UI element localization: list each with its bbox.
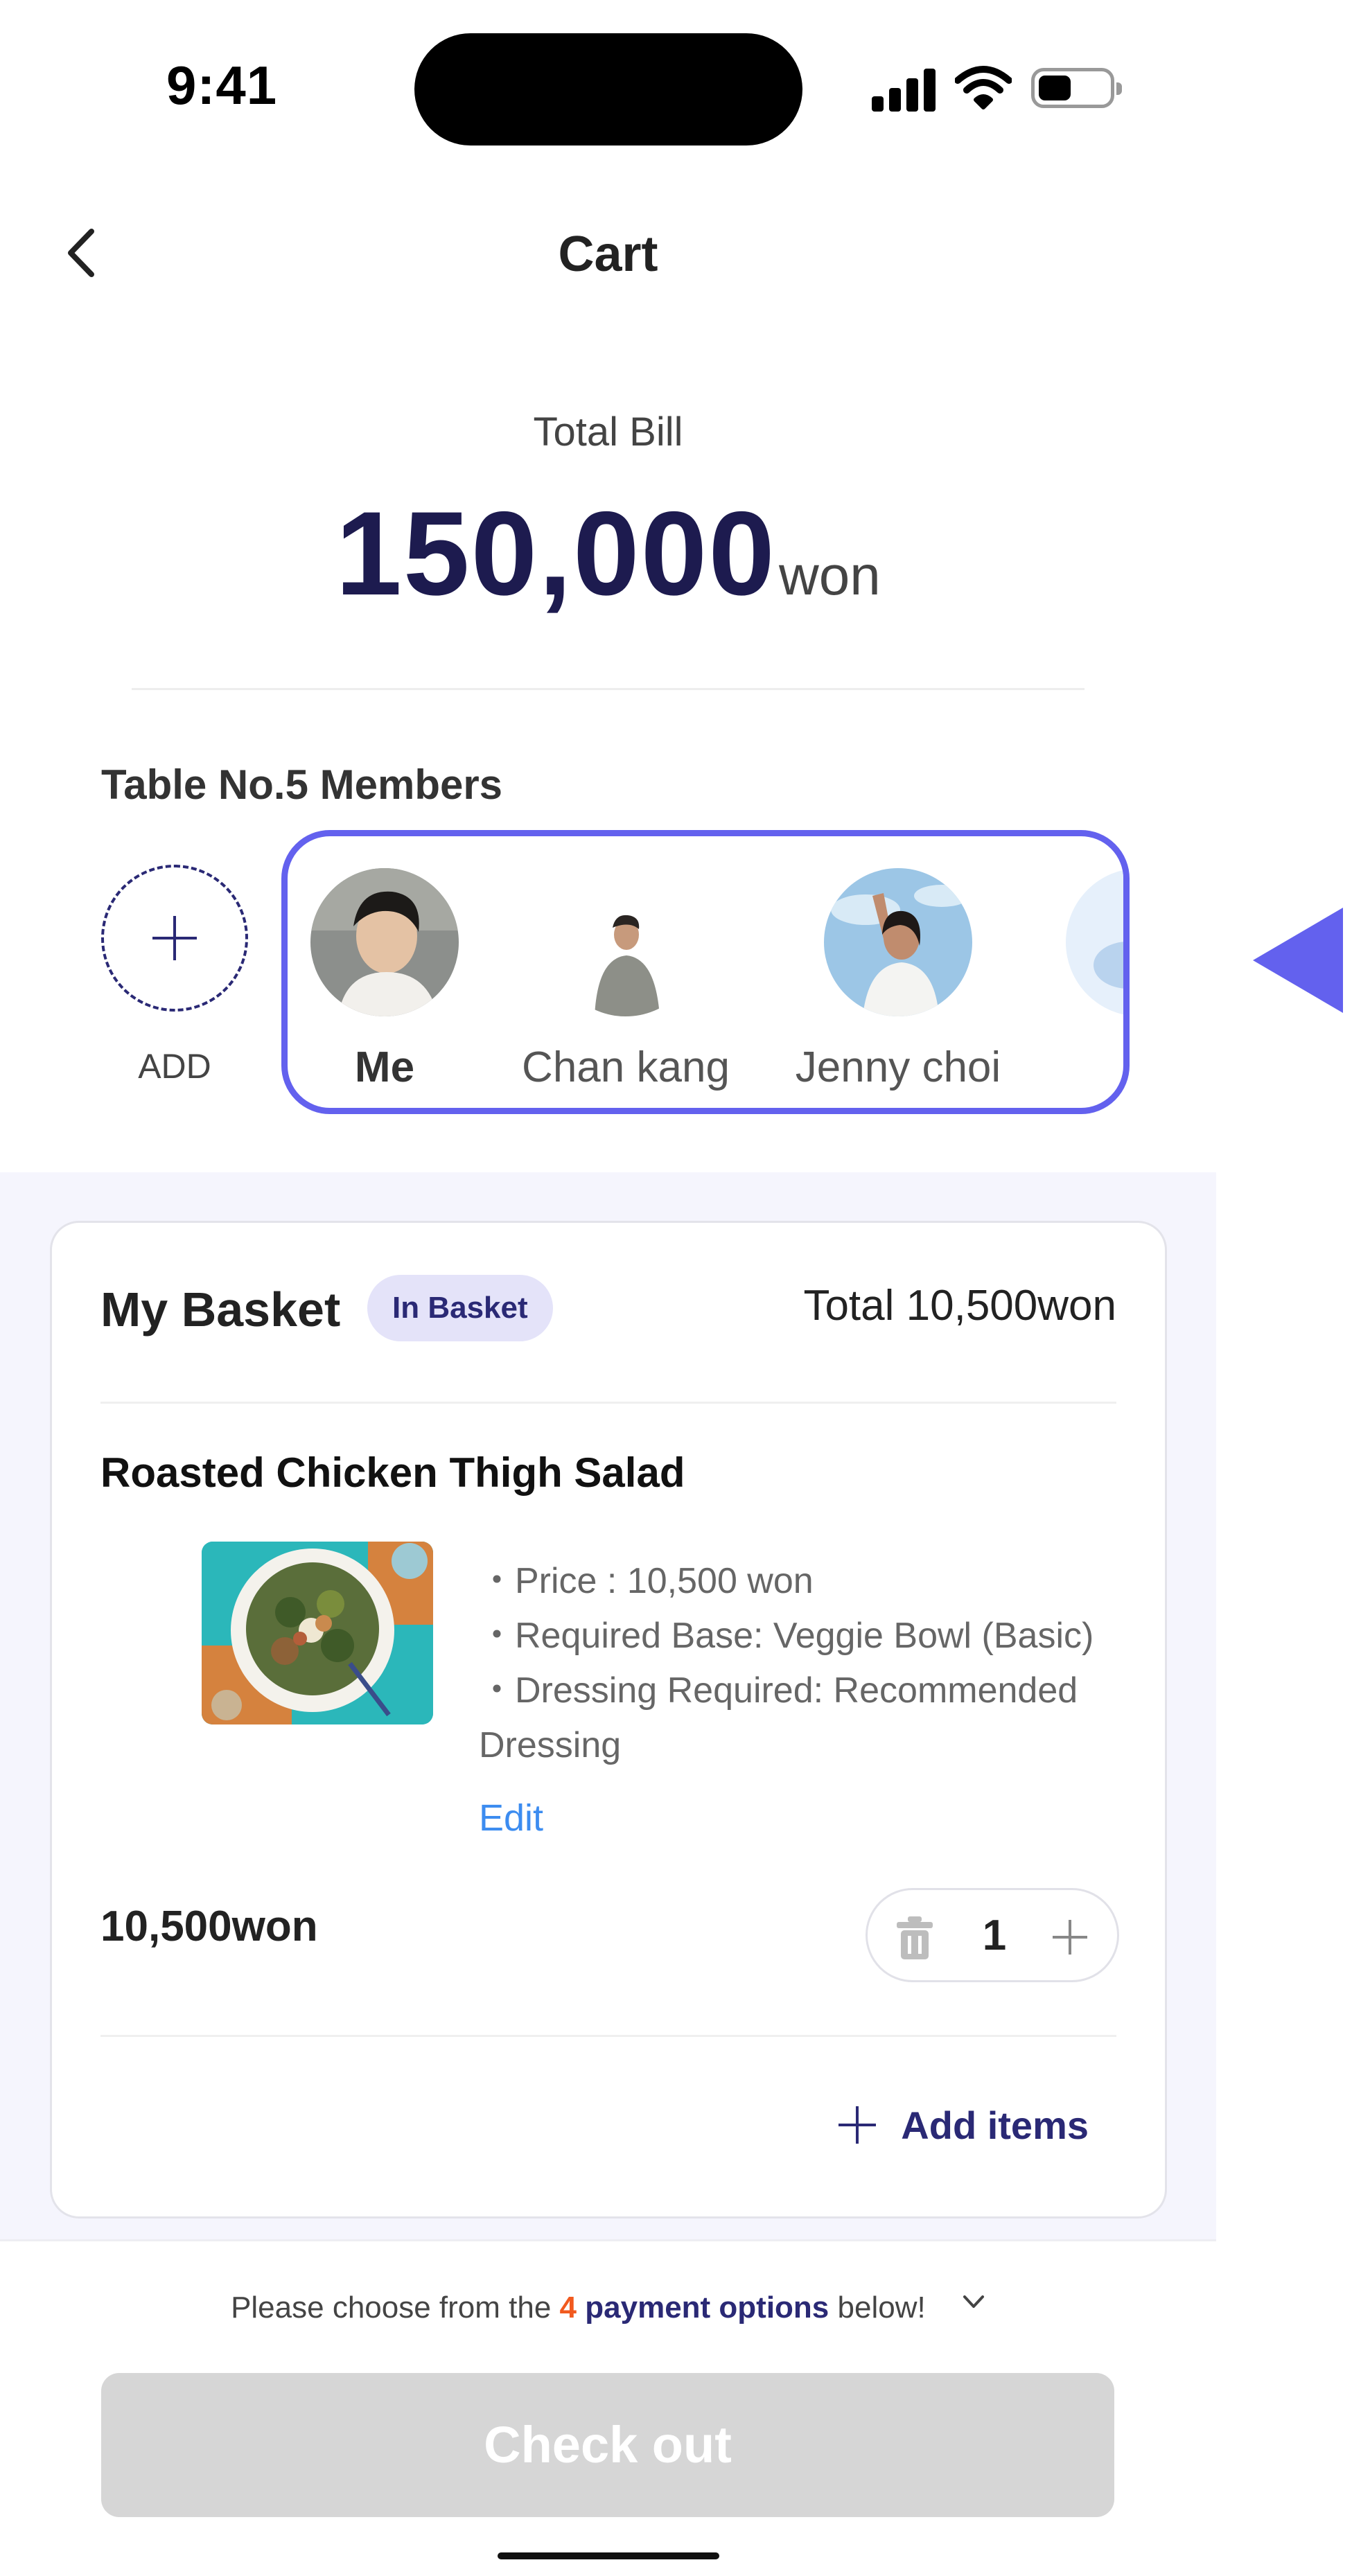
- item-price: 10,500won: [100, 1903, 318, 1950]
- total-bill-label: Total Bill: [533, 409, 683, 455]
- member-me[interactable]: Me: [288, 868, 502, 1092]
- option-price: ・Price : 10,500 won: [479, 1561, 814, 1601]
- total-bill-number: 150,000: [335, 487, 776, 620]
- status-time: 9:41: [166, 55, 278, 116]
- member-partial[interactable]: G: [1022, 868, 1124, 1092]
- basket-total: Total 10,500won: [803, 1282, 1116, 1330]
- payment-options-hint[interactable]: Please choose from the 4 payment options…: [0, 2290, 1216, 2325]
- cellular-signal-icon: [872, 66, 936, 112]
- page-title: Cart: [558, 227, 658, 282]
- wifi-icon: [955, 66, 1012, 109]
- hint-prefix: Please choose from the: [231, 2291, 560, 2324]
- section-divider: [132, 688, 1085, 690]
- members-title: Table No.5 Members: [101, 761, 503, 808]
- members-carousel[interactable]: Me Chan kang Jenny choi: [281, 830, 1130, 1114]
- item-options: ・Price : 10,500 won ・Required Base: Vegg…: [479, 1554, 1130, 1773]
- hint-count: 4: [559, 2291, 577, 2324]
- avatar: [824, 868, 972, 1016]
- plus-icon: [837, 2105, 877, 2145]
- increase-quantity-icon[interactable]: [1051, 1918, 1089, 1957]
- add-member-button[interactable]: [101, 865, 248, 1012]
- hint-suffix: below!: [829, 2291, 926, 2324]
- quantity-value: 1: [982, 1912, 1007, 1959]
- member-chan-kang[interactable]: Chan kang: [508, 868, 744, 1092]
- member-jenny-choi[interactable]: Jenny choi: [780, 868, 1016, 1092]
- edit-item-link[interactable]: Edit: [479, 1797, 543, 1840]
- quantity-stepper: 1: [866, 1888, 1119, 1982]
- avatar: [1066, 868, 1123, 1016]
- member-name: Chan kang: [522, 1043, 730, 1091]
- basket-title: My Basket: [100, 1282, 341, 1336]
- total-bill-unit: won: [778, 545, 881, 606]
- card-divider: [100, 2035, 1116, 2037]
- member-name: Me: [354, 1043, 415, 1091]
- add-items-button[interactable]: Add items: [837, 2097, 1089, 2153]
- member-name: G: [1022, 1043, 1124, 1092]
- dynamic-island: [414, 33, 802, 145]
- scroll-arrow-icon: [1253, 908, 1343, 1013]
- avatar: [310, 868, 459, 1016]
- add-member-label: ADD: [138, 1047, 211, 1086]
- my-basket-card: My Basket In Basket Total 10,500won Roas…: [50, 1221, 1167, 2218]
- item-name: Roasted Chicken Thigh Salad: [100, 1449, 685, 1496]
- item-photo: [202, 1542, 433, 1724]
- battery-icon: [1031, 68, 1122, 108]
- avatar: [552, 868, 700, 1016]
- total-bill-amount: 150,000won: [0, 485, 1216, 622]
- chevron-down-icon: [963, 2295, 984, 2308]
- option-dressing: ・Dressing Required: Recommended Dressing: [479, 1670, 1078, 1765]
- add-items-label: Add items: [901, 2103, 1089, 2147]
- option-base: ・Required Base: Veggie Bowl (Basic): [479, 1616, 1094, 1656]
- member-name: Jenny choi: [795, 1043, 1001, 1091]
- checkout-footer: Please choose from the 4 payment options…: [0, 2239, 1216, 2576]
- in-basket-badge: In Basket: [367, 1275, 553, 1341]
- card-divider: [100, 1402, 1116, 1404]
- cart-screen: 9:41 Cart Total Bill 150,000won Table No…: [0, 0, 1216, 2576]
- home-indicator: [498, 2552, 719, 2559]
- trash-icon[interactable]: [895, 1916, 934, 1959]
- checkout-button[interactable]: Check out: [101, 2373, 1114, 2517]
- hint-options: payment options: [577, 2291, 829, 2324]
